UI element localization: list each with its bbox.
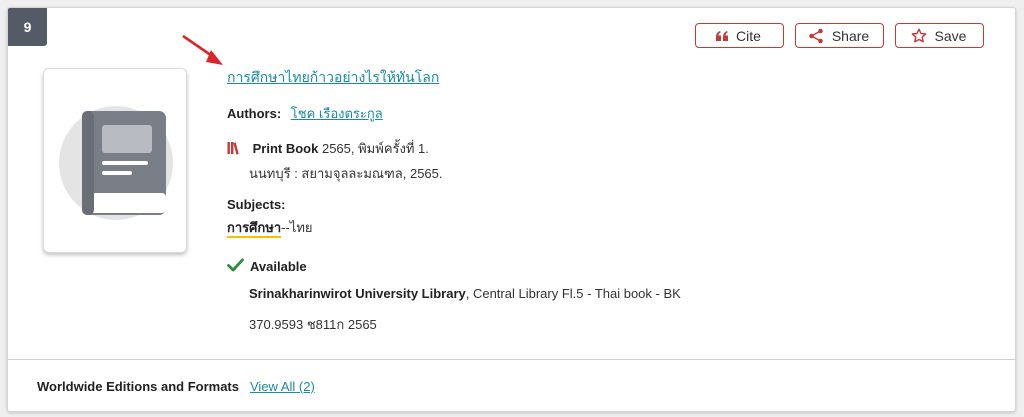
format-detail: 2565, พิมพ์ครั้งที่ 1. — [318, 141, 429, 156]
star-icon — [911, 28, 927, 44]
subject-line: การศึกษา--ไทย — [227, 217, 313, 238]
share-button-label: Share — [831, 27, 870, 44]
view-all-editions-link[interactable]: View All (2) — [250, 379, 315, 394]
availability-label: Available — [250, 259, 307, 274]
book-icon — [52, 99, 182, 234]
checkmark-icon — [227, 258, 244, 275]
subject-link[interactable]: การศึกษา — [227, 220, 282, 238]
holding-location: Srinakharinwirot University Library, Cen… — [249, 286, 681, 301]
cite-button[interactable]: Cite — [695, 23, 784, 48]
subjects-label: Subjects: — [227, 197, 286, 212]
share-icon — [808, 28, 824, 44]
result-number-badge: 9 — [8, 8, 47, 46]
footer-divider — [8, 359, 1015, 360]
cover-placeholder[interactable] — [43, 68, 187, 253]
format-name: Print Book — [252, 141, 319, 156]
call-number: 370.9593 ช811ก 2565 — [249, 317, 377, 332]
result-actions: Cite Share Save — [695, 23, 984, 48]
publisher-info: นนทบุรี : สยามจุลละมณฑล, 2565. — [249, 166, 443, 181]
search-result-card: 9 Cite Share Save การศึกษาไทยก้าวอย่างไร… — [7, 7, 1016, 412]
red-arrow-icon — [181, 34, 225, 73]
author-link[interactable]: โชค เรืองตระกูล — [291, 106, 383, 121]
format-row: Print Book 2565, พิมพ์ครั้งที่ 1. — [227, 138, 429, 159]
library-location: , Central Library Fl.5 - Thai book - BK — [465, 286, 681, 301]
authors-row: Authors: โชค เรืองตระกูล — [227, 103, 383, 124]
record-title-link[interactable]: การศึกษาไทยก้าวอย่างไรให้ทันโลก — [227, 67, 439, 89]
library-name: Srinakharinwirot University Library — [249, 286, 466, 301]
books-icon — [227, 141, 241, 158]
share-button[interactable]: Share — [795, 23, 884, 48]
save-button-label: Save — [934, 27, 967, 44]
quote-icon — [716, 30, 729, 41]
save-button[interactable]: Save — [895, 23, 984, 48]
subject-rest: --ไทย — [281, 220, 313, 235]
availability-status: Available — [227, 258, 307, 275]
editions-label: Worldwide Editions and Formats — [37, 379, 239, 394]
authors-label: Authors: — [227, 106, 282, 121]
cite-button-label: Cite — [736, 27, 761, 44]
